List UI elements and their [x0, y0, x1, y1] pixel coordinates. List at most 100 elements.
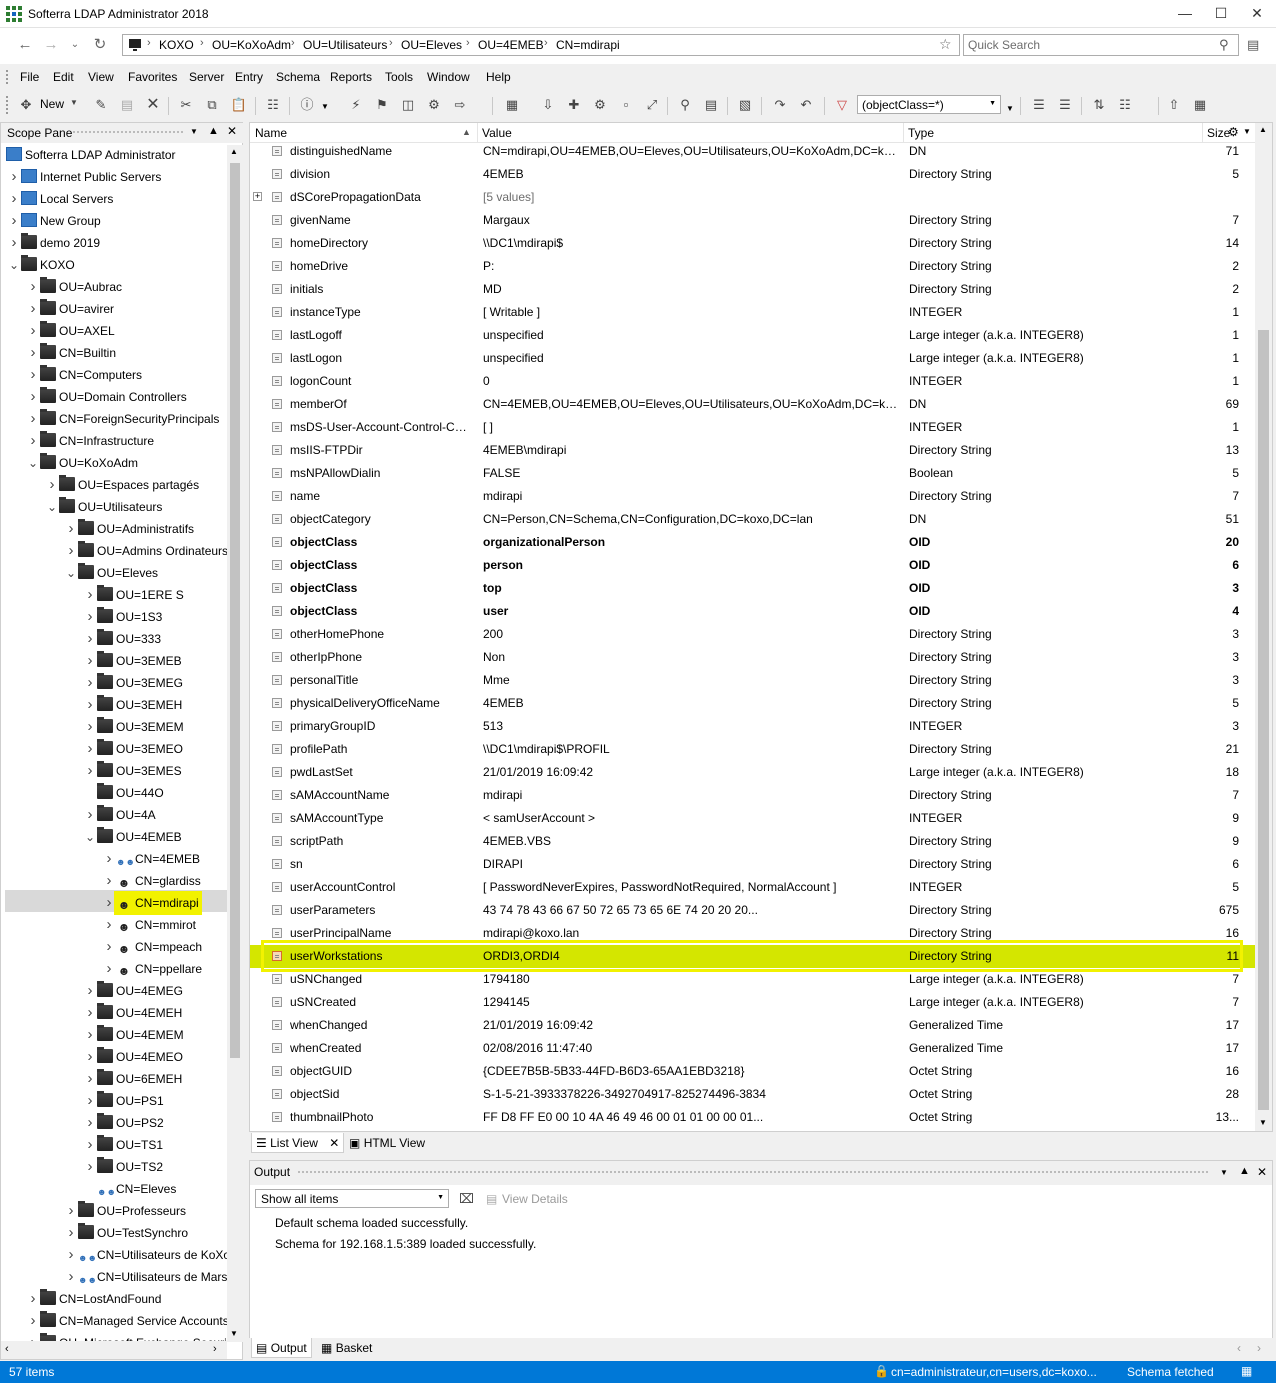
filter-combo[interactable]: (objectClass=*) ▼ — [857, 95, 1001, 114]
tree-node[interactable]: ⌄ OU=Utilisateurs — [45, 496, 162, 518]
help-icon[interactable]: ⓘ — [297, 95, 317, 115]
details-icon[interactable]: ☰ — [1055, 95, 1075, 115]
collapse-icon[interactable]: ⌄ — [83, 826, 97, 848]
tree-node[interactable]: › OU=4EMEM — [83, 1024, 184, 1046]
tree-node[interactable]: › ☻ CN=ppellare — [102, 958, 203, 980]
quick-search-input[interactable]: Quick Search — [963, 34, 1239, 56]
edit-icon[interactable]: ✎ — [91, 95, 111, 115]
expand-icon[interactable]: › — [64, 1266, 78, 1288]
tree-node[interactable]: ⌄ KOXO — [7, 254, 75, 276]
forward-icon[interactable]: → — [40, 36, 62, 54]
attribute-row[interactable]: memberOf CN=4EMEB,OU=4EMEB,OU=Eleves,OU=U… — [250, 393, 1256, 416]
menu-reports[interactable]: Reports — [330, 70, 372, 84]
pin-icon[interactable]: ▲ — [208, 125, 219, 137]
tree-node[interactable]: ⌄ OU=4EMEB — [83, 826, 182, 848]
expand-icon[interactable]: › — [26, 320, 40, 342]
attribute-row[interactable]: lastLogoff unspecified Large integer (a.k.… — [250, 324, 1256, 347]
tree-node[interactable]: ⌄ OU=KoXoAdm — [26, 452, 138, 474]
sort-icon[interactable]: ⇅ — [1089, 95, 1109, 115]
tree-node[interactable]: › OU=4A — [83, 804, 156, 826]
settings-icon[interactable]: ⚙ — [590, 95, 610, 115]
expand-icon[interactable]: › — [26, 276, 40, 298]
expand-icon[interactable]: › — [83, 694, 97, 716]
tree-node[interactable]: › OU=Espaces partagés — [45, 474, 199, 496]
tree-node[interactable]: ›OU=Microsoft Exchange Security — [26, 1332, 227, 1341]
tree-node[interactable]: › OU=1S3 — [83, 606, 162, 628]
tree-node[interactable]: › OU=3EMEG — [83, 672, 183, 694]
scroll-up-icon[interactable]: ▲ — [230, 147, 238, 156]
expand-icon[interactable]: › — [83, 738, 97, 760]
move-icon[interactable]: ⤢ — [642, 95, 662, 115]
tree-node[interactable]: › CN=ForeignSecurityPrincipals — [26, 408, 219, 430]
attribute-row[interactable]: instanceType [ Writable ] INTEGER 1 — [250, 301, 1256, 324]
attribute-row[interactable]: scriptPath 4EMEB.VBS Directory String 9 — [250, 830, 1256, 853]
column-separator[interactable] — [1202, 123, 1203, 143]
group-by-icon[interactable]: ☷ — [1115, 95, 1135, 115]
close-icon[interactable]: ✕ — [1257, 1165, 1267, 1179]
attribute-row[interactable]: sn DIRAPI Directory String 6 — [250, 853, 1256, 876]
add-attribute-icon[interactable]: ✚ — [564, 95, 584, 115]
attribute-row[interactable]: homeDirectory \\DC1\mdirapi$ Directory Str… — [250, 232, 1256, 255]
attribute-row[interactable]: uSNCreated 1294145 Large integer (a.k.a. I… — [250, 991, 1256, 1014]
view-options-icon[interactable]: ▦ — [1190, 95, 1210, 115]
expand-icon[interactable]: › — [64, 1244, 78, 1266]
back-icon[interactable]: ← — [14, 36, 36, 54]
expand-icon[interactable]: › — [26, 342, 40, 364]
tree-node[interactable]: › OU=TS2 — [83, 1156, 163, 1178]
expand-icon[interactable]: › — [83, 760, 97, 782]
attribute-row[interactable]: msNPAllowDialin FALSE Boolean 5 — [250, 462, 1256, 485]
expand-icon[interactable]: › — [83, 1156, 97, 1178]
expand-icon[interactable]: › — [83, 584, 97, 606]
expand-icon[interactable]: › — [102, 914, 116, 936]
tree-node[interactable]: › OU=6EMEH — [83, 1068, 182, 1090]
scroll-up-icon[interactable]: ▲ — [1259, 125, 1267, 134]
scope-scrollbar-thumb[interactable] — [230, 163, 240, 1058]
menu-view[interactable]: View — [88, 70, 114, 84]
tree-node[interactable]: › OU=4EMEH — [83, 1002, 182, 1024]
tree-node[interactable]: › OU=4EMEO — [83, 1046, 183, 1068]
breadcrumb-item[interactable]: OU=Utilisateurs — [303, 38, 387, 52]
tree-node[interactable]: › OU=TS1 — [83, 1134, 163, 1156]
new-button[interactable]: New — [40, 97, 64, 111]
tree-node[interactable]: › OU=avirer — [26, 298, 114, 320]
attribute-row[interactable]: msDS-User-Account-Control-Comp... [ ] INTE… — [250, 416, 1256, 439]
import-icon[interactable]: ⇩ — [538, 95, 558, 115]
tree-node[interactable]: › ☻☻CN=Utilisateurs de KoXo A — [64, 1244, 228, 1266]
collapse-icon[interactable]: ⌄ — [26, 452, 40, 474]
properties-icon[interactable]: ☷ — [263, 95, 283, 115]
expand-icon[interactable]: › — [26, 298, 40, 320]
expand-icon[interactable]: › — [83, 1112, 97, 1134]
attribute-row[interactable]: lastLogon unspecified Large integer (a.k.a… — [250, 347, 1256, 370]
tree-node[interactable]: › OU=TestSynchro — [64, 1222, 188, 1244]
tree-node[interactable]: › OU=AXEL — [26, 320, 115, 342]
expand-icon[interactable]: + — [253, 192, 262, 201]
server-settings-icon[interactable]: ⚙ — [424, 95, 444, 115]
pin-icon[interactable]: ▲ — [1239, 1165, 1250, 1177]
expand-icon[interactable]: › — [83, 1046, 97, 1068]
expand-icon[interactable]: › — [26, 1332, 40, 1341]
monitor-icon[interactable]: ◫ — [398, 95, 418, 115]
tree-node[interactable]: › OU=3EMES — [83, 760, 182, 782]
delete-icon[interactable]: ✕ — [143, 95, 163, 115]
expand-icon[interactable]: › — [102, 936, 116, 958]
expand-icon[interactable]: › — [102, 892, 116, 914]
menu-help[interactable]: Help — [486, 70, 511, 84]
expand-icon[interactable]: › — [83, 672, 97, 694]
tree-node[interactable]: Softerra LDAP Administrator — [3, 144, 176, 166]
chevron-down-icon[interactable]: ▼ — [190, 127, 198, 136]
attribute-row[interactable]: logonCount 0 INTEGER 1 — [250, 370, 1256, 393]
column-header-size[interactable]: Size — [1207, 126, 1230, 140]
tree-node[interactable]: › OU=3EMEO — [83, 738, 183, 760]
tab-html-view[interactable]: ▣ HTML View — [345, 1133, 429, 1153]
export-entry-icon[interactable]: ↷ — [770, 95, 790, 115]
attribute-row[interactable]: pwdLastSet 21/01/2019 16:09:42 Large integ… — [250, 761, 1256, 784]
expand-icon[interactable]: › — [26, 386, 40, 408]
attribute-row[interactable]: objectSid S-1-5-21-3933378226-3492704917-… — [250, 1083, 1256, 1106]
tree-node[interactable]: › ☻ CN=mmirot — [102, 914, 197, 936]
attribute-row[interactable]: msIIS-FTPDir 4EMEB\mdirapi Directory Strin… — [250, 439, 1256, 462]
paste-icon[interactable]: 📋 — [229, 95, 249, 115]
tree-node[interactable]: › OU=Admins Ordinateurs — [64, 540, 227, 562]
attribute-row[interactable]: whenCreated 02/08/2016 11:47:40 Generalize… — [250, 1037, 1256, 1060]
tree-node[interactable]: › Internet Public Servers — [7, 166, 162, 188]
tree-node[interactable]: › CN=Infrastructure — [26, 430, 154, 452]
